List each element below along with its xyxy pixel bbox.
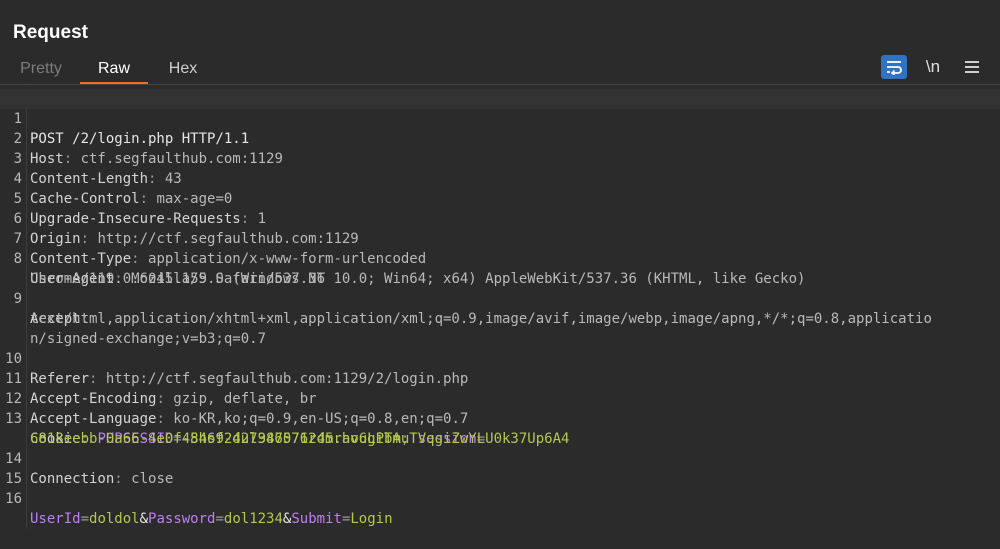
show-newlines-button[interactable]: \n [921, 55, 945, 79]
param-value: dol1234 [223, 511, 283, 527]
header-line[interactable]: 7 Content-Type: application/x-www-form-u… [0, 209, 1000, 267]
wrap-lines-icon [887, 61, 902, 75]
param-name: Password [148, 511, 216, 527]
header-line[interactable]: 9 Accept: [0, 269, 1000, 327]
param-name: UserId [30, 511, 81, 527]
header-line[interactable]: 11 Accept-Encoding: gzip, deflate, br [0, 349, 1000, 407]
tab-hex[interactable]: Hex [158, 56, 208, 84]
param-value: doldol [89, 511, 140, 527]
header-line[interactable]: 14 Connection: close [0, 429, 1000, 487]
header-line[interactable]: 12 Accept-Language: ko-KR,ko;q=0.9,en-US… [0, 369, 1000, 427]
param-name: Submit [291, 511, 342, 527]
wrap-lines-button[interactable] [881, 55, 907, 79]
wrapped-line[interactable]: Chrome/119.0.6045.159 Safari/537.36 [0, 249, 1000, 287]
header-line[interactable]: 10 Referer: http://ctf.segfaulthub.com:1… [0, 329, 1000, 387]
header-divider [0, 84, 1000, 85]
header-line[interactable]: 6 Origin: http://ctf.segfaulthub.com:112… [0, 189, 1000, 247]
header-line[interactable]: 8 User-Agent: Mozilla/5.0 (Windows NT 10… [0, 229, 1000, 287]
header-line[interactable]: 5 Upgrade-Insecure-Requests: 1 [0, 169, 1000, 227]
tab-raw[interactable]: Raw [80, 56, 148, 84]
menu-icon[interactable] [962, 55, 982, 79]
request-line[interactable]: 1 POST /2/login.php HTTP/1.1 [0, 89, 1000, 147]
cookie-line[interactable]: 13 Cookie: PHPSESSID=45hs924ul387071rdmr… [0, 389, 1000, 447]
body-line[interactable]: 16 UserId=doldol&Password=dol1234&Submit… [0, 469, 1000, 527]
panel-header: Request Pretty Raw Hex \n [0, 0, 1000, 86]
wrapped-line[interactable]: n/signed-exchange;v=b3;q=0.7 [0, 309, 1000, 347]
wrapped-line[interactable]: text/html,application/xhtml+xml,applicat… [0, 289, 1000, 327]
blank-line[interactable]: 15 [0, 449, 1000, 487]
wrapped-line[interactable]: 6818eebb-0a66-4e0f-846f-d27946576245.ho6… [0, 409, 1000, 447]
param-value: Login [350, 511, 393, 527]
line-number: 16 [5, 491, 22, 507]
panel-title: Request [13, 22, 88, 43]
tab-pretty[interactable]: Pretty [13, 56, 69, 84]
raw-request-editor[interactable]: 1 POST /2/login.php HTTP/1.1 2 Host: ctf… [0, 87, 1000, 529]
header-line[interactable]: 2 Host: ctf.segfaulthub.com:1129 [0, 109, 1000, 167]
header-line[interactable]: 4 Cache-Control: max-age=0 [0, 149, 1000, 207]
header-line[interactable]: 3 Content-Length: 43 [0, 129, 1000, 187]
